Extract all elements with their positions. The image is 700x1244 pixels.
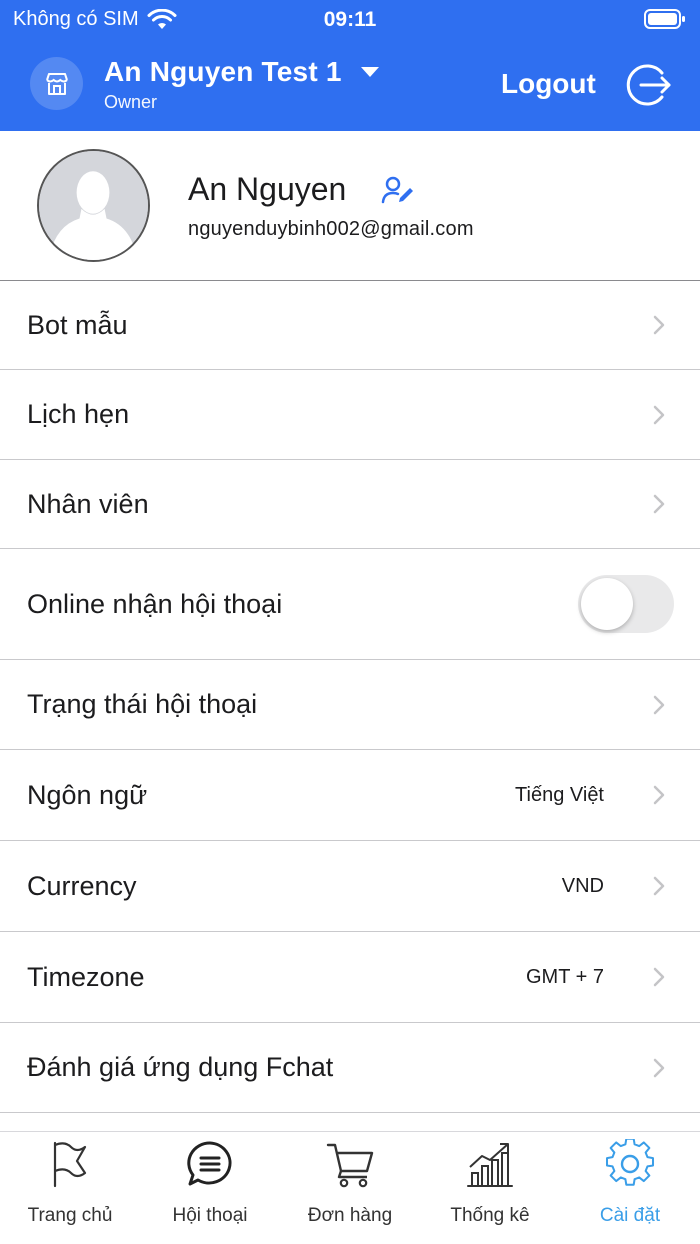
menu-item-timezone[interactable]: Timezone GMT + 7 [0, 932, 700, 1023]
menu-item-conversation-status[interactable]: Trạng thái hội thoại [0, 660, 700, 750]
tab-label: Trang chủ [27, 1205, 113, 1226]
tab-label: Cài đặt [599, 1205, 661, 1226]
tab-label: Hội thoại [172, 1205, 248, 1226]
menu-item-online-receive: Online nhận hội thoại [0, 549, 700, 660]
menu-item-label: Online nhận hội thoại [27, 588, 283, 619]
store-icon [45, 72, 68, 95]
menu-item-label: Timezone [27, 961, 145, 992]
chart-icon [467, 1143, 513, 1187]
profile-email: nguyenduybinh002@gmail.com [188, 218, 474, 240]
shop-button[interactable] [30, 57, 83, 110]
battery-icon [644, 9, 685, 29]
menu-item-appointments[interactable]: Lịch hẹn [0, 370, 700, 460]
profile-name: An Nguyen [188, 171, 347, 207]
flag-icon [53, 1141, 87, 1188]
menu-item-label: Currency [27, 870, 137, 901]
profile-section: An Nguyen nguyenduybinh002@gmail.com [0, 131, 700, 281]
tab-label: Đơn hàng [307, 1205, 393, 1226]
cart-icon [326, 1143, 374, 1188]
menu-item-label: Trạng thái hội thoại [27, 689, 258, 719]
edit-profile-icon[interactable] [381, 175, 415, 205]
app-header: Không có SIM 09:11 An Nguyen Test 1 Owne… [0, 0, 700, 131]
toggle-knob [581, 578, 633, 630]
menu-item-value: VND [561, 874, 604, 897]
gear-icon [605, 1139, 655, 1186]
chevron-right-icon [653, 785, 665, 805]
settings-menu: Bot mẫu Lịch hẹn Nhân viên Online nhận h… [0, 281, 700, 1113]
chevron-right-icon [653, 405, 665, 424]
menu-item-rate-app[interactable]: Đánh giá ứng dụng Fchat [0, 1023, 700, 1113]
menu-item-value: Tiếng Việt [515, 783, 604, 806]
chevron-right-icon [653, 315, 665, 335]
menu-item-label: Nhân viên [27, 488, 149, 519]
menu-item-label: Ngôn ngữ [27, 779, 148, 810]
chat-bubble-icon [187, 1141, 232, 1186]
chevron-right-icon [653, 967, 665, 987]
tab-home[interactable]: Trang chủ [0, 1132, 140, 1244]
tab-orders[interactable]: Đơn hàng [280, 1132, 420, 1244]
tab-label: Thống kê [450, 1205, 530, 1226]
clock: 09:11 [323, 8, 377, 31]
online-toggle[interactable] [578, 575, 674, 633]
menu-item-bot-templates[interactable]: Bot mẫu [0, 281, 700, 370]
chevron-right-icon [653, 494, 665, 514]
menu-item-currency[interactable]: Currency VND [0, 841, 700, 932]
tab-settings[interactable]: Cài đặt [560, 1132, 700, 1244]
menu-item-label: Đánh giá ứng dụng Fchat [27, 1052, 334, 1082]
user-silhouette-icon [39, 151, 148, 260]
caret-down-icon [360, 67, 379, 77]
chevron-right-icon [653, 876, 665, 896]
shop-selector[interactable]: An Nguyen Test 1 [104, 56, 380, 88]
logout-button[interactable]: Logout [501, 68, 596, 100]
logout-icon[interactable] [624, 62, 672, 108]
menu-item-value: GMT + 7 [526, 965, 604, 988]
avatar[interactable] [37, 149, 150, 262]
status-bar: Không có SIM 09:11 [0, 0, 700, 40]
menu-item-label: Bot mẫu [27, 309, 128, 340]
chevron-right-icon [653, 695, 665, 714]
menu-item-staff[interactable]: Nhân viên [0, 460, 700, 549]
shop-name: An Nguyen Test 1 [104, 56, 342, 87]
shop-role: Owner [104, 92, 158, 112]
menu-item-label: Lịch hẹn [27, 399, 130, 429]
tab-statistics[interactable]: Thống kê [420, 1132, 560, 1244]
chevron-right-icon [653, 1058, 665, 1077]
tab-conversations[interactable]: Hội thoại [140, 1132, 280, 1244]
menu-item-language[interactable]: Ngôn ngữ Tiếng Việt [0, 750, 700, 841]
tab-bar: Trang chủ Hội thoại Đơn hàng Thống kê Cà… [0, 1131, 700, 1244]
